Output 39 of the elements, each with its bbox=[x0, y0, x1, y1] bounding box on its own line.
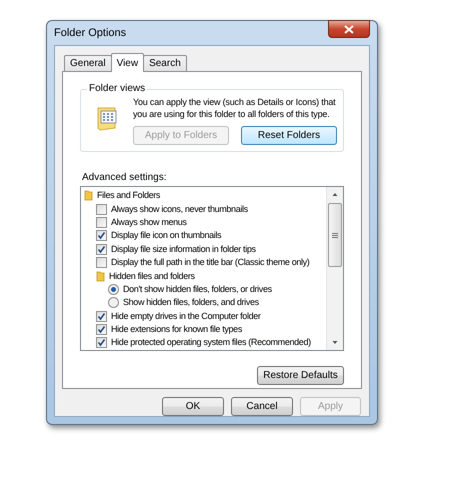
close-icon bbox=[344, 24, 354, 34]
checkbox[interactable] bbox=[96, 244, 107, 255]
tree-item-label: Display file icon on thumbnails bbox=[111, 229, 222, 242]
tree-item-label: Hide protected operating system files (Recommended) bbox=[111, 336, 311, 350]
restore-defaults-button[interactable]: Restore Defaults bbox=[257, 366, 344, 385]
radio-button[interactable] bbox=[108, 284, 119, 295]
tree-item-label: Hide empty drives in the Computer folder bbox=[111, 310, 261, 323]
radio-button[interactable] bbox=[108, 297, 119, 308]
reset-folders-button[interactable]: Reset Folders bbox=[241, 126, 337, 145]
folder-icon bbox=[84, 190, 93, 202]
checkbox[interactable] bbox=[96, 230, 107, 242]
window-title: Folder Options bbox=[54, 27, 126, 39]
tab[interactable]: View bbox=[110, 53, 144, 72]
checkbox[interactable] bbox=[96, 324, 107, 336]
tree-item-label: Always show icons, never thumbnails bbox=[111, 202, 248, 216]
grip-icon bbox=[332, 232, 338, 238]
dialog-button[interactable]: Cancel bbox=[231, 397, 293, 416]
checkbox[interactable] bbox=[96, 310, 107, 322]
tree-item-label: Hide extensions for known file types bbox=[111, 323, 242, 336]
dialog-button[interactable]: OK bbox=[162, 397, 224, 416]
checkbox[interactable] bbox=[96, 216, 107, 228]
tab[interactable]: General bbox=[64, 55, 112, 72]
tree-item-label: Don't show hidden files, folders, or drives bbox=[123, 282, 272, 296]
tab[interactable]: Search bbox=[143, 55, 187, 72]
tree-item-label: Hidden files and folders bbox=[109, 270, 195, 283]
tree-item-label: Files and Folders bbox=[97, 189, 160, 202]
scrollbar[interactable] bbox=[326, 187, 343, 350]
tree-item-label: Display the full path in the title bar (Classic theme only) bbox=[111, 256, 310, 270]
close-button[interactable] bbox=[328, 20, 370, 38]
checkbox[interactable] bbox=[96, 204, 107, 215]
description-text: You can apply the view (such as Details or Icons) that you are using for this folder to all folders of this type. bbox=[133, 96, 336, 120]
tree-item-label: Show hidden files, folders, and drives bbox=[123, 296, 259, 310]
group-title: Folder views bbox=[87, 83, 148, 94]
section-label: Advanced settings: bbox=[82, 172, 168, 183]
checkbox[interactable] bbox=[96, 337, 107, 348]
folder-icon bbox=[96, 270, 105, 282]
tree-item-label: Display file size information in folder tips bbox=[111, 242, 256, 256]
tree-item-label: Always show menus bbox=[111, 216, 187, 229]
checkbox[interactable] bbox=[96, 257, 107, 268]
